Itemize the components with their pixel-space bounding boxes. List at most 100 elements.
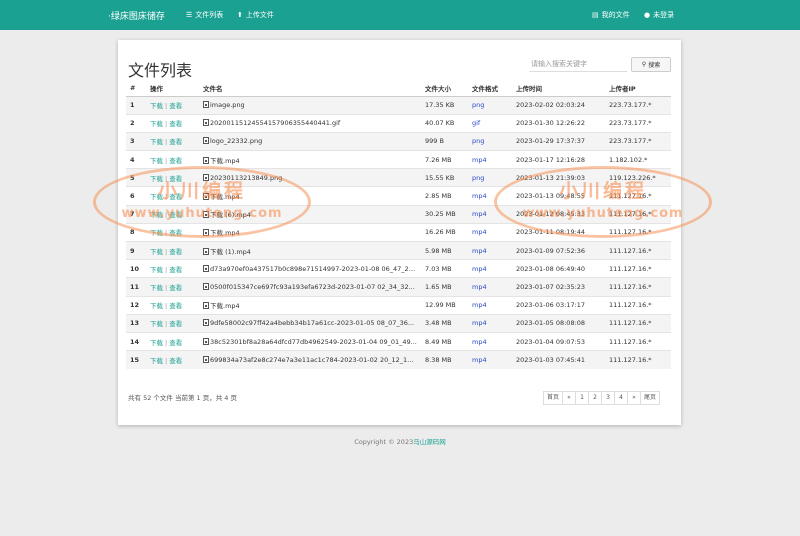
row-index: 13: [126, 313, 146, 333]
table-row: 3 下载 | 查看 logo_22332.png 999 Bpng 2023-01-29 1…: [126, 131, 671, 151]
row-filename: image.png: [199, 95, 421, 115]
download-link[interactable]: 下载: [150, 157, 163, 165]
filename-text: d73a970ef0a437517b0c898e71514997-2023-01…: [210, 264, 420, 273]
file-list-panel: 文件列表 ⚲ 搜索 # 操作 文件名 文件大小 文件格式 上传时间 上传者IP: [118, 40, 681, 425]
page-last-button[interactable]: 尾页: [640, 391, 661, 405]
nav-login[interactable]: ● 未登录: [644, 10, 674, 20]
row-index: 7: [126, 204, 146, 224]
table-row: 6 下载 | 查看 下载.mp4 2.85 MB mp4 2023-01-13 09:48:5…: [126, 186, 671, 206]
nav-my-files[interactable]: ▤ 我的文件: [592, 10, 630, 20]
view-link[interactable]: 查看: [169, 357, 182, 365]
col-header-size: 文件大小: [421, 81, 468, 97]
row-format: mp4: [468, 222, 512, 242]
download-link[interactable]: 下载: [150, 193, 163, 201]
search-input[interactable]: [529, 56, 627, 72]
download-link[interactable]: 下载: [150, 229, 163, 237]
file-table: # 操作 文件名 文件大小 文件格式 上传时间 上传者IP 1 下载 | 查看 imag…: [126, 81, 671, 369]
row-upload-time: 2023-01-05 08:08:08: [512, 313, 605, 333]
row-actions: 下载 | 查看: [146, 331, 199, 351]
download-link[interactable]: 下载: [150, 302, 163, 310]
row-upload-time: 2023-01-03 07:45:41: [512, 350, 605, 369]
download-link[interactable]: 下载: [150, 175, 163, 183]
table-header-row: # 操作 文件名 文件大小 文件格式 上传时间 上传者IP: [126, 81, 671, 97]
page-first-button[interactable]: 首页: [543, 391, 564, 405]
file-icon: [203, 193, 209, 201]
page-next-button[interactable]: »: [627, 391, 642, 405]
row-uploader-ip: 111.127.16.*: [605, 204, 671, 224]
view-link[interactable]: 查看: [169, 339, 182, 347]
download-link[interactable]: 下载: [150, 320, 163, 328]
view-link[interactable]: 查看: [169, 193, 182, 201]
table-row: 2 下载 | 查看 20200115124554157906355440441.gif 4…: [126, 113, 671, 133]
filename-text: logo_22332.png: [210, 137, 263, 146]
download-link[interactable]: 下载: [150, 266, 163, 274]
row-upload-time: 2023-01-07 02:35:23: [512, 277, 605, 297]
file-icon: [203, 229, 209, 237]
row-uploader-ip: 111.127.16.*: [605, 331, 671, 351]
row-size: 12.99 MB: [421, 295, 468, 315]
col-header-filename: 文件名: [199, 81, 421, 97]
search-icon: ⚲: [641, 61, 647, 68]
row-filename: 20200115124554157906355440441.gif: [199, 113, 421, 133]
row-upload-time: 2023-01-08 06:49:40: [512, 259, 605, 278]
download-link[interactable]: 下载: [150, 138, 163, 146]
nav-upload[interactable]: ⬆ 上传文件: [237, 10, 274, 20]
row-filename: 下载.mp4: [199, 295, 421, 315]
view-link[interactable]: 查看: [169, 211, 182, 219]
row-uploader-ip: 223.73.177.*: [605, 113, 671, 133]
download-link[interactable]: 下载: [150, 248, 163, 256]
nav-file-list[interactable]: ☰ 文件列表: [186, 10, 223, 20]
view-link[interactable]: 查看: [169, 266, 182, 274]
row-index: 11: [126, 277, 146, 297]
row-actions: 下载 | 查看: [146, 168, 199, 187]
download-link[interactable]: 下载: [150, 211, 163, 219]
row-upload-time: 2023-02-02 02:03:24: [512, 95, 605, 115]
row-actions: 下载 | 查看: [146, 131, 199, 151]
nav-login-label: 未登录: [653, 11, 675, 19]
row-uploader-ip: 111.127.16.*: [605, 222, 671, 242]
row-upload-time: 2023-01-17 12:16:28: [512, 150, 605, 169]
file-icon: [203, 319, 209, 327]
filename-text: 下载.mp4: [210, 302, 240, 311]
download-link[interactable]: 下载: [150, 102, 163, 110]
row-actions: 下载 | 查看: [146, 295, 199, 315]
download-link[interactable]: 下载: [150, 120, 163, 128]
page-1-button[interactable]: 1: [575, 391, 590, 405]
page-4-button[interactable]: 4: [614, 391, 629, 405]
download-link[interactable]: 下载: [150, 339, 163, 347]
filename-text: 20200115124554157906355440441.gif: [210, 119, 341, 128]
file-icon: [203, 137, 209, 145]
upload-icon: ⬆: [237, 11, 243, 19]
row-size: 8.49 MB: [421, 331, 468, 351]
row-size: 30.25 MB: [421, 204, 468, 224]
file-icon: [203, 173, 209, 181]
view-link[interactable]: 查看: [169, 248, 182, 256]
row-filename: 下载 (1).mp4: [199, 240, 421, 260]
table-row: 7 下载 | 查看 下载 (6).mp4 30.25 MB mp4 2023-01-12 08…: [126, 204, 671, 224]
page-2-button[interactable]: 2: [588, 391, 603, 405]
row-upload-time: 2023-01-11 08:19:44: [512, 222, 605, 242]
download-link[interactable]: 下载: [150, 357, 163, 365]
view-link[interactable]: 查看: [169, 138, 182, 146]
row-format: mp4: [468, 350, 512, 369]
view-link[interactable]: 查看: [169, 284, 182, 292]
view-link[interactable]: 查看: [169, 302, 182, 310]
row-actions: 下载 | 查看: [146, 277, 199, 297]
pagination: 首页 « 1 2 3 4 » 尾页: [543, 391, 661, 405]
view-link[interactable]: 查看: [169, 175, 182, 183]
view-link[interactable]: 查看: [169, 229, 182, 237]
download-link[interactable]: 下载: [150, 284, 163, 292]
page-title: 文件列表: [128, 61, 193, 80]
table-row: 5 下载 | 查看 20230113213849.png 15.55 KB png 2023-…: [126, 168, 671, 187]
col-header-index: #: [126, 81, 146, 97]
view-link[interactable]: 查看: [169, 120, 182, 128]
page-3-button[interactable]: 3: [601, 391, 616, 405]
view-link[interactable]: 查看: [169, 157, 182, 165]
user-icon: ●: [644, 11, 651, 19]
view-link[interactable]: 查看: [169, 102, 182, 110]
brand-logo[interactable]: ·绿床图床储存: [108, 9, 165, 22]
search-button[interactable]: ⚲ 搜索: [631, 57, 671, 72]
footer-link[interactable]: 马山源码网: [413, 438, 446, 446]
page-prev-button[interactable]: «: [562, 391, 577, 405]
view-link[interactable]: 查看: [169, 320, 182, 328]
